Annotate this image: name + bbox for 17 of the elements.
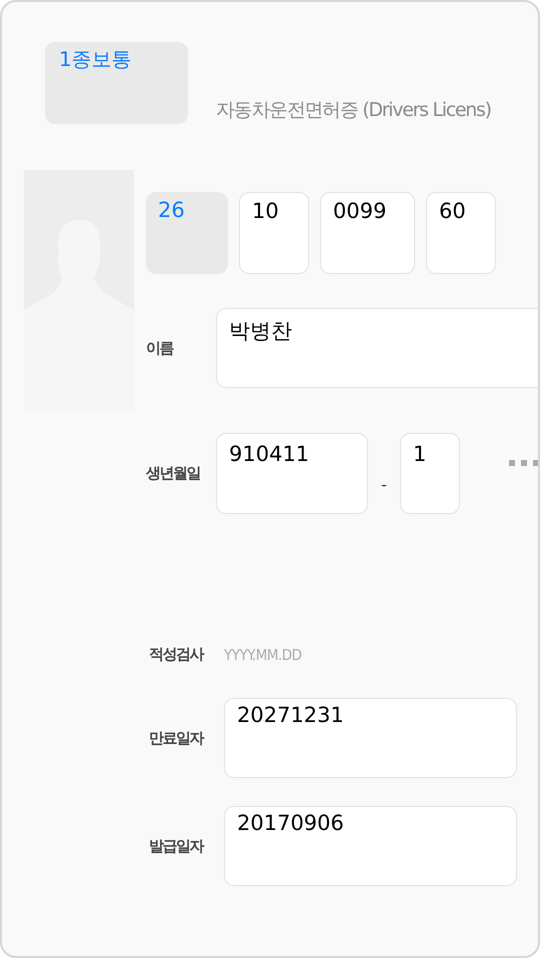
license-number-field[interactable]: 60: [426, 192, 496, 274]
more-icon[interactable]: [509, 460, 538, 466]
license-number-field[interactable]: 10: [239, 192, 309, 274]
field-label: 만료일자: [149, 728, 204, 748]
license-number-field[interactable]: 0099: [320, 192, 415, 274]
license-title: 자동차운전면허증 (Drivers Licens): [216, 98, 491, 122]
birth-date-field[interactable]: 910411: [216, 433, 368, 514]
field-label: 생년월일: [146, 464, 201, 483]
expiry-date-field[interactable]: 20271231: [224, 698, 517, 778]
field-label: 발급일자: [149, 836, 204, 856]
name-field[interactable]: 박병찬: [216, 308, 538, 388]
aptitude-date-field[interactable]: YYYY.MM.DD: [224, 646, 344, 664]
field-label: 적성검사: [149, 645, 204, 664]
separator-dash: -: [380, 475, 388, 494]
field-label: 이름: [146, 338, 174, 358]
gender-digit-field[interactable]: 1: [400, 433, 460, 514]
issue-date-field[interactable]: 20170906: [224, 806, 517, 886]
